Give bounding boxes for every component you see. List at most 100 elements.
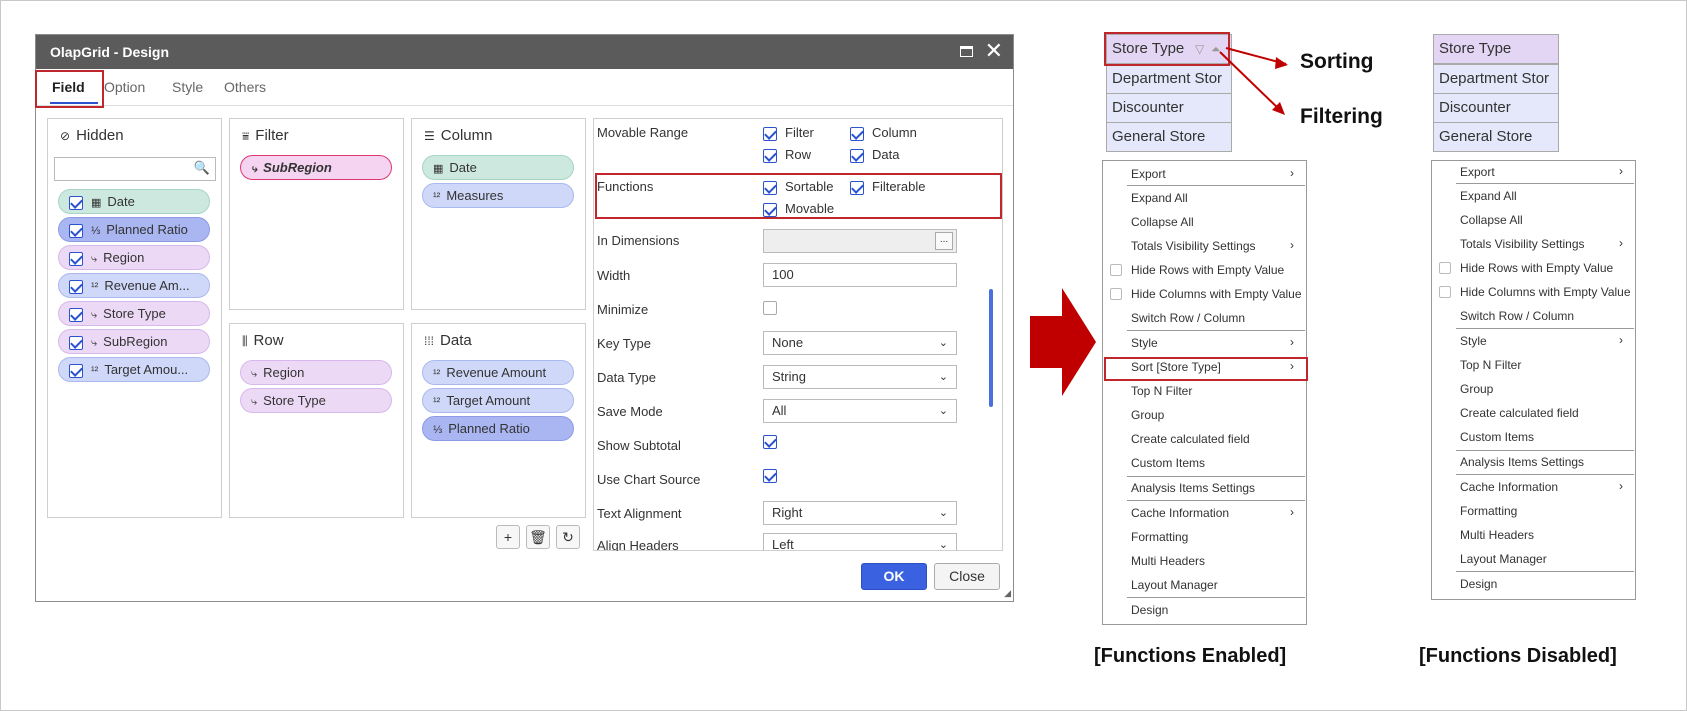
- menu-hide-columns[interactable]: Hide Columns with Empty Value: [1460, 285, 1631, 299]
- row-panel-title: Row: [253, 332, 284, 349]
- menu-cache-information[interactable]: Cache Information: [1131, 506, 1229, 520]
- close-icon[interactable]: ✕: [985, 39, 1003, 63]
- menu-hide-columns[interactable]: Hide Columns with Empty Value: [1131, 287, 1302, 301]
- menu-group[interactable]: Group: [1131, 408, 1164, 422]
- menu-expand-all[interactable]: Expand All: [1131, 191, 1188, 205]
- ok-button[interactable]: OK: [861, 563, 927, 590]
- movable-row-checkbox[interactable]: Row: [763, 147, 811, 163]
- menu-multi-headers[interactable]: Multi Headers: [1131, 554, 1205, 568]
- hidden-chip-store-type[interactable]: ⤷ Store Type: [58, 301, 210, 326]
- hide-columns-checkbox[interactable]: [1439, 286, 1451, 298]
- hidden-chip-region[interactable]: ⤷ Region: [58, 245, 210, 270]
- data-chip-revenue[interactable]: ¹² Revenue Amount: [422, 360, 574, 385]
- movable-filter-checkbox[interactable]: Filter: [763, 125, 814, 141]
- menu-custom-items[interactable]: Custom Items: [1460, 430, 1534, 444]
- menu-cache-information[interactable]: Cache Information: [1460, 480, 1558, 494]
- use-chart-source-checkbox[interactable]: [763, 467, 785, 483]
- menu-hide-rows[interactable]: Hide Rows with Empty Value: [1131, 263, 1284, 277]
- hidden-search-input[interactable]: 🔍: [54, 157, 216, 181]
- hide-rows-checkbox[interactable]: [1439, 262, 1451, 274]
- trash-icon[interactable]: 🗑: [526, 525, 550, 549]
- hidden-panel-header: ⊘ Hidden: [60, 127, 124, 144]
- row-chip-store-type[interactable]: ⤷ Store Type: [240, 388, 392, 413]
- checkbox[interactable]: [69, 223, 83, 238]
- menu-top-n-filter[interactable]: Top N Filter: [1460, 358, 1521, 372]
- menu-expand-all[interactable]: Expand All: [1460, 189, 1517, 203]
- menu-layout-manager[interactable]: Layout Manager: [1460, 552, 1547, 566]
- menu-collapse-all[interactable]: Collapse All: [1460, 213, 1523, 227]
- hidden-chip-target[interactable]: ¹² Target Amou...: [58, 357, 210, 382]
- menu-switch-row-column[interactable]: Switch Row / Column: [1131, 311, 1245, 325]
- menu-style[interactable]: Style: [1131, 336, 1158, 350]
- menu-switch-row-column[interactable]: Switch Row / Column: [1460, 309, 1574, 323]
- checkbox[interactable]: [69, 335, 83, 350]
- hide-rows-checkbox[interactable]: [1110, 264, 1122, 276]
- movable-data-checkbox[interactable]: Data: [850, 147, 899, 163]
- menu-separator: [1456, 328, 1634, 329]
- menu-export[interactable]: Export: [1131, 167, 1166, 181]
- hidden-chip-planned-ratio[interactable]: ⅓ Planned Ratio: [58, 217, 210, 242]
- close-button[interactable]: Close: [934, 563, 1000, 590]
- movable-column-checkbox[interactable]: Column: [850, 125, 917, 141]
- text-alignment-select[interactable]: Right ⌄: [763, 501, 957, 525]
- tab-style[interactable]: Style: [172, 79, 203, 95]
- checkbox[interactable]: [69, 195, 83, 210]
- tab-option[interactable]: Option: [104, 79, 145, 95]
- minimize-checkbox[interactable]: [763, 299, 785, 315]
- menu-create-calculated-field[interactable]: Create calculated field: [1460, 406, 1579, 420]
- measure-icon: ⅓: [91, 225, 101, 237]
- checkbox[interactable]: [69, 363, 83, 378]
- checkbox[interactable]: [69, 251, 83, 266]
- column-chip-date[interactable]: ▦ Date: [422, 155, 574, 180]
- maximize-icon[interactable]: [960, 46, 973, 57]
- menu-design[interactable]: Design: [1131, 603, 1168, 617]
- menu-layout-manager[interactable]: Layout Manager: [1131, 578, 1218, 592]
- menu-create-calculated-field[interactable]: Create calculated field: [1131, 432, 1250, 446]
- checkbox[interactable]: [69, 307, 83, 322]
- menu-analysis-items[interactable]: Analysis Items Settings: [1460, 455, 1584, 469]
- data-chip-planned-ratio[interactable]: ⅓ Planned Ratio: [422, 416, 574, 441]
- menu-style[interactable]: Style: [1460, 334, 1487, 348]
- menu-multi-headers[interactable]: Multi Headers: [1460, 528, 1534, 542]
- header-highlight: [1104, 32, 1230, 66]
- ellipsis-button[interactable]: ...: [935, 232, 953, 250]
- menu-totals-visibility[interactable]: Totals Visibility Settings: [1460, 237, 1585, 251]
- menu-analysis-items[interactable]: Analysis Items Settings: [1131, 481, 1255, 495]
- tab-others[interactable]: Others: [224, 79, 266, 95]
- row-panel-header: ⫼ Row: [242, 332, 284, 349]
- data-chip-target[interactable]: ¹² Target Amount: [422, 388, 574, 413]
- store-type-header-disabled[interactable]: Store Type: [1433, 34, 1559, 64]
- menu-formatting[interactable]: Formatting: [1460, 504, 1517, 518]
- scrollbar-thumb[interactable]: [989, 289, 993, 407]
- checkbox[interactable]: [69, 279, 83, 294]
- refresh-icon[interactable]: ↻: [556, 525, 580, 549]
- menu-export[interactable]: Export: [1460, 165, 1495, 179]
- menu-group[interactable]: Group: [1460, 382, 1493, 396]
- menu-collapse-all[interactable]: Collapse All: [1131, 215, 1194, 229]
- menu-totals-visibility[interactable]: Totals Visibility Settings: [1131, 239, 1256, 253]
- menu-design[interactable]: Design: [1460, 577, 1497, 591]
- menu-top-n-filter[interactable]: Top N Filter: [1131, 384, 1192, 398]
- resize-grip-icon[interactable]: ◢: [1004, 588, 1011, 599]
- hidden-chip-revenue[interactable]: ¹² Revenue Am...: [58, 273, 210, 298]
- hide-columns-checkbox[interactable]: [1110, 288, 1122, 300]
- row-chip-region[interactable]: ⤷ Region: [240, 360, 392, 385]
- text-alignment-label: Text Alignment: [597, 506, 682, 521]
- menu-custom-items[interactable]: Custom Items: [1131, 456, 1205, 470]
- chip-label: Region: [263, 365, 305, 380]
- in-dimensions-field[interactable]: ...: [763, 229, 957, 253]
- column-chip-measures[interactable]: ¹² Measures: [422, 183, 574, 208]
- width-input[interactable]: 100: [763, 263, 957, 287]
- add-button[interactable]: +: [496, 525, 520, 549]
- filter-chip-subregion[interactable]: ⤷ SubRegion: [240, 155, 392, 180]
- show-subtotal-checkbox[interactable]: [763, 433, 785, 449]
- menu-formatting[interactable]: Formatting: [1131, 530, 1188, 544]
- align-headers-select[interactable]: Left ⌄: [763, 533, 957, 551]
- hidden-chip-subregion[interactable]: ⤷ SubRegion: [58, 329, 210, 354]
- data-type-select[interactable]: String ⌄: [763, 365, 957, 389]
- menu-hide-rows[interactable]: Hide Rows with Empty Value: [1460, 261, 1613, 275]
- key-type-select[interactable]: None ⌄: [763, 331, 957, 355]
- save-mode-select[interactable]: All ⌄: [763, 399, 957, 423]
- hidden-chip-date[interactable]: ▦ Date: [58, 189, 210, 214]
- sorting-label: Sorting: [1300, 50, 1374, 73]
